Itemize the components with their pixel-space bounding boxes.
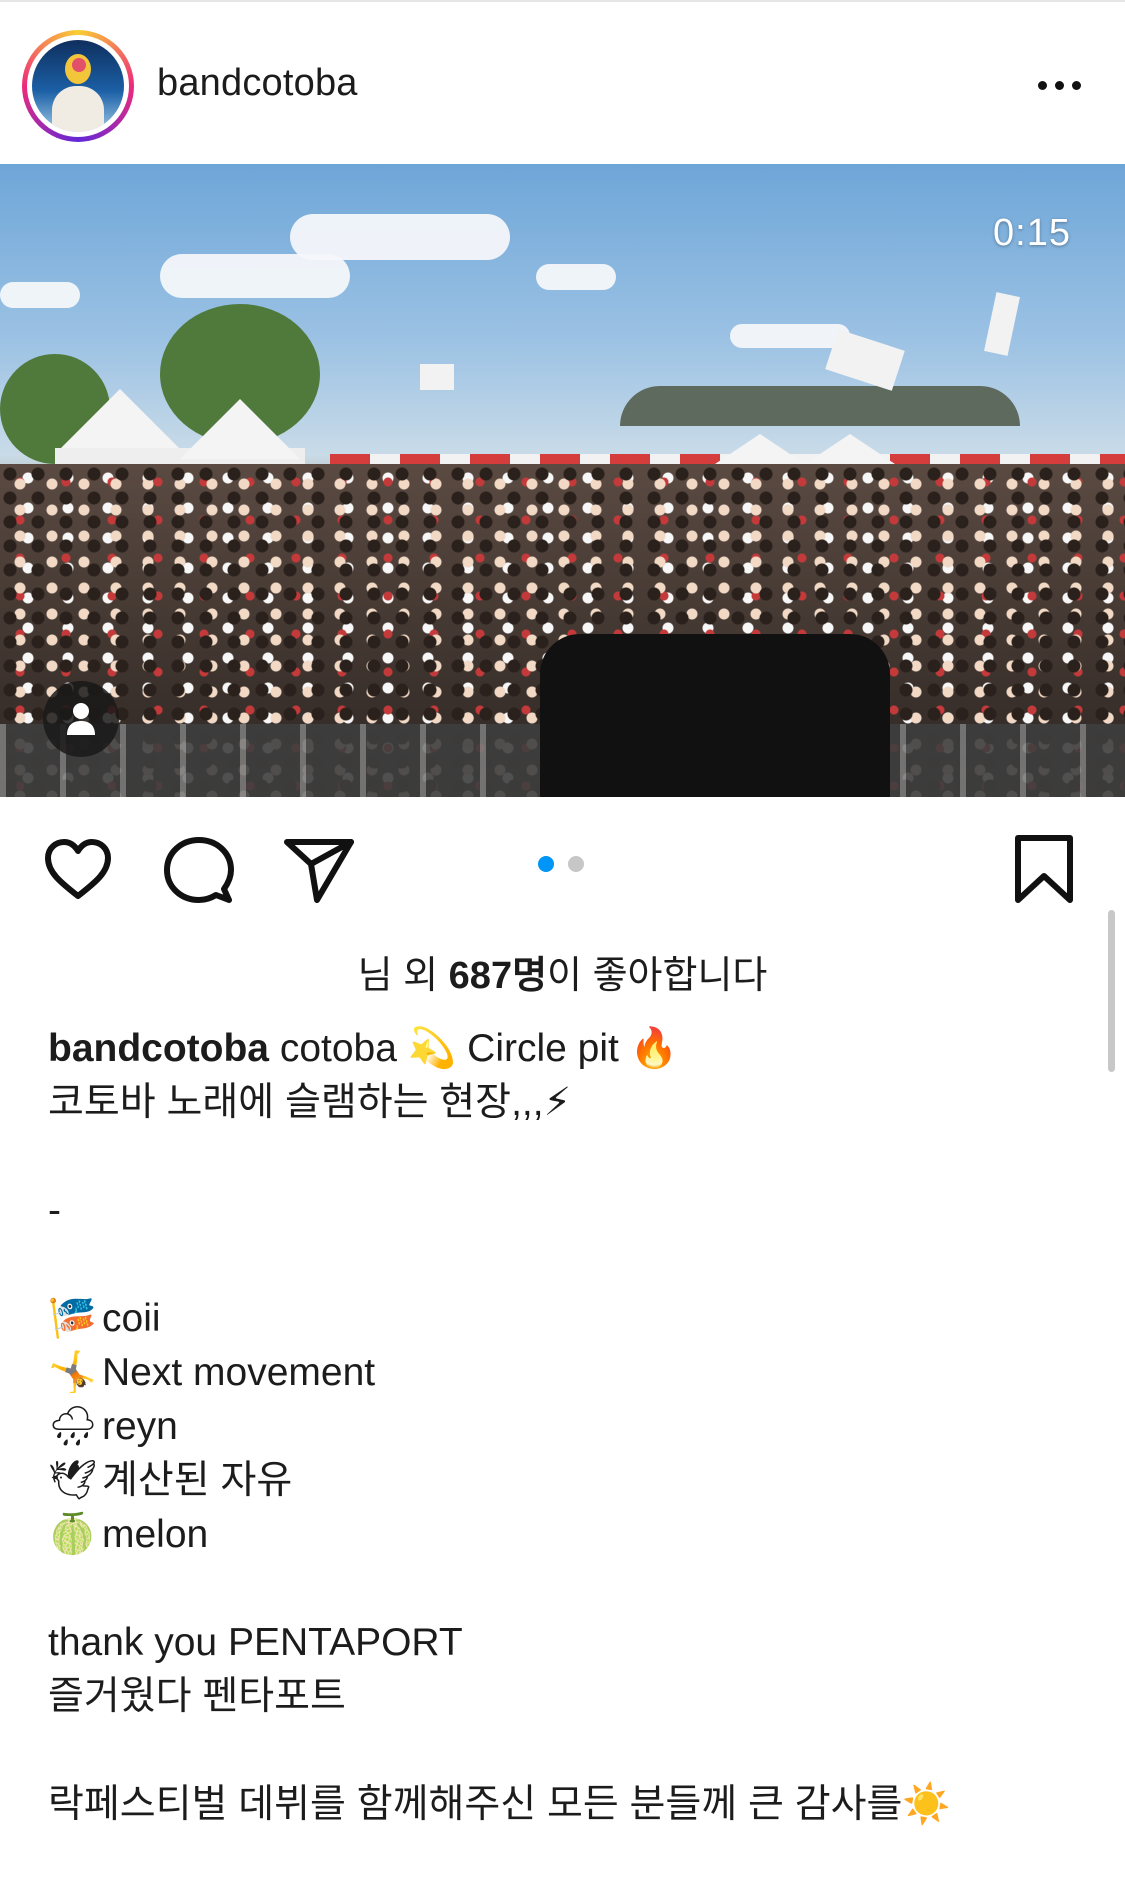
cartwheel-emoji: 🤸 [48, 1350, 97, 1395]
carp-streamer-emoji: 🎏 [48, 1296, 97, 1341]
caption-line: bandcotoba cotoba 💫 Circle pit 🔥 [48, 1022, 1098, 1076]
post-video[interactable]: 0:15 [0, 164, 1125, 797]
flag [984, 292, 1020, 356]
setlist-item: 🤸 Next movement [48, 1346, 1098, 1400]
more-dot [1055, 81, 1064, 90]
caption-separator: - [48, 1189, 61, 1232]
caption-text: 코토바 노래에 슬램하는 현장,,, [48, 1081, 544, 1124]
caption-username[interactable]: bandcotoba [48, 1027, 269, 1070]
likes-prefix: 님 외 [357, 955, 449, 997]
more-options-icon[interactable] [1030, 64, 1090, 104]
send-icon[interactable] [283, 834, 355, 906]
setlist-item: 🌧 reyn [48, 1400, 1098, 1454]
carousel-dot-active [538, 856, 554, 872]
stage-speaker [540, 634, 890, 797]
caption-thanks-en: thank you PENTAPORT [48, 1621, 463, 1664]
likes-count: 687명 [448, 955, 548, 997]
dizzy-emoji: 💫 [407, 1027, 457, 1070]
heart-icon[interactable] [42, 834, 114, 906]
fire-emoji: 🔥 [629, 1027, 679, 1070]
post-header: bandcotoba [0, 2, 1125, 164]
cloud [0, 282, 80, 308]
distant-hills [620, 386, 1020, 426]
avatar[interactable] [22, 30, 134, 142]
caption-line: 코토바 노래에 슬램하는 현장,,,⚡ [48, 1076, 1098, 1130]
video-duration: 0:15 [993, 212, 1071, 254]
caption-closing-text: 락페스티벌 데뷔를 함께해주신 모든 분들께 큰 감사를 [48, 1783, 903, 1826]
likes-suffix: 이 좋아합니다 [547, 955, 768, 997]
tent [180, 399, 300, 459]
melon-emoji: 🍈 [48, 1512, 97, 1557]
avatar-figure-flower [72, 58, 86, 72]
sun-emoji: ☀️ [902, 1783, 951, 1826]
more-dot [1038, 81, 1047, 90]
setlist-song-title: coii [102, 1297, 161, 1340]
carousel-dot [568, 856, 584, 872]
flag [420, 364, 454, 390]
setlist-item: 🕊 계산된 자유 [48, 1454, 1098, 1508]
setlist-item: 🍈 melon [48, 1508, 1098, 1562]
setlist-song-title: 계산된 자유 [102, 1459, 293, 1502]
tent [60, 389, 180, 449]
post-caption: bandcotoba cotoba 💫 Circle pit 🔥 코토바 노래에… [48, 1022, 1098, 1832]
setlist-song-title: Next movement [102, 1351, 376, 1394]
caption-thanks-ko: 즐거웠다 펜타포트 [48, 1675, 346, 1718]
setlist-song-title: melon [102, 1513, 209, 1556]
bookmark-icon[interactable] [1008, 834, 1080, 906]
rain-cloud-emoji: 🌧 [48, 1404, 98, 1449]
cloud [536, 264, 616, 290]
comment-icon[interactable] [163, 834, 235, 906]
setlist-song-title: reyn [102, 1405, 178, 1448]
avatar-figure-body [52, 86, 104, 132]
carousel-indicator [538, 856, 588, 872]
avatar-image [32, 40, 124, 132]
flag [825, 329, 905, 391]
caption-text: Circle pit [456, 1027, 630, 1070]
caption-line: 락페스티벌 데뷔를 함께해주신 모든 분들께 큰 감사를☀️ [48, 1778, 1098, 1832]
dove-emoji: 🕊 [48, 1458, 98, 1503]
lightning-emoji: ⚡ [543, 1081, 571, 1124]
more-dot [1072, 81, 1081, 90]
post-action-bar [0, 820, 1125, 920]
setlist-item: 🎏 coii [48, 1292, 1098, 1346]
cloud [160, 254, 350, 298]
person-tag-icon[interactable] [43, 681, 119, 757]
avatar-border [27, 35, 129, 137]
post-author-username[interactable]: bandcotoba [157, 62, 358, 105]
caption-text: cotoba [269, 1027, 408, 1070]
likes-summary[interactable]: 님 외 687명이 좋아합니다 [0, 944, 1125, 999]
